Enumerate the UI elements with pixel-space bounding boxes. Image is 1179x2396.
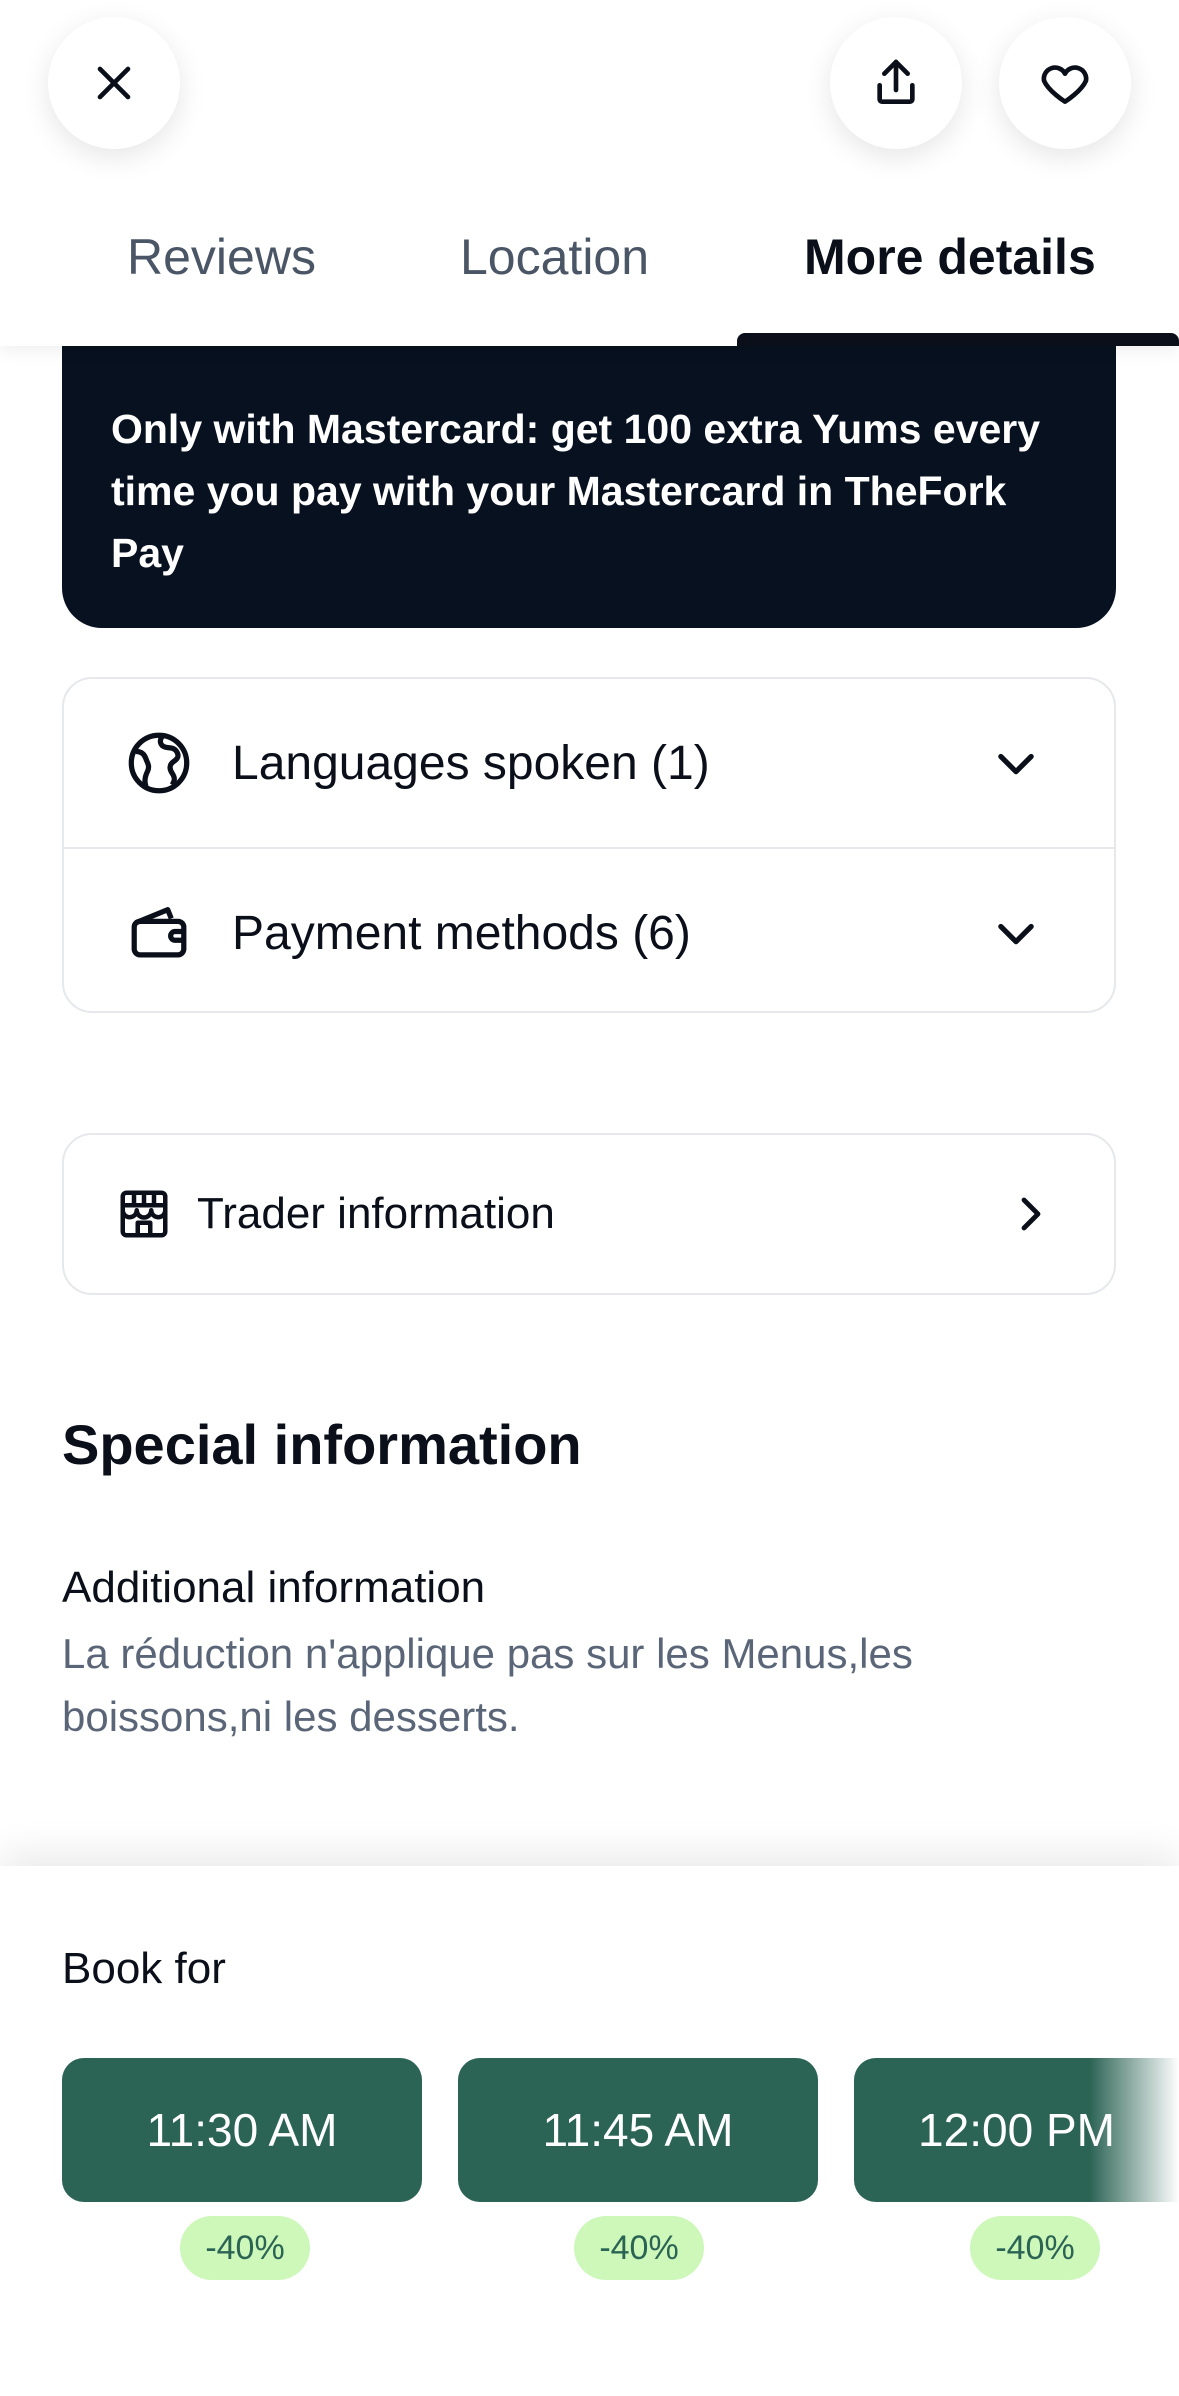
heart-icon — [1041, 65, 1089, 104]
tab-reviews[interactable]: Reviews — [127, 228, 316, 286]
special-information-heading: Special information — [62, 1413, 582, 1476]
mastercard-promo-banner: Only with Mastercard: get 100 extra Yums… — [62, 346, 1116, 628]
accordion-languages[interactable]: Languages spoken (1) — [64, 679, 1114, 847]
share-icon — [877, 59, 915, 104]
payment-methods-label: Payment methods (6) — [232, 906, 691, 960]
booking-sheet: Book for 11:30 AM -40% 11:45 AM -40% 12:… — [0, 1866, 1179, 2396]
tab-location[interactable]: Location — [460, 228, 649, 286]
globe-icon — [128, 732, 190, 794]
tab-more-details[interactable]: More details — [804, 228, 1096, 286]
top-header: Reviews Location More details — [0, 0, 1179, 346]
trader-information-row[interactable]: Trader information — [62, 1133, 1116, 1295]
chevron-down-icon — [998, 923, 1034, 945]
store-icon — [120, 1190, 168, 1238]
discount-badge: -40% — [970, 2216, 1100, 2280]
book-for-label: Book for — [62, 1944, 226, 1993]
scroll-fade — [1089, 2046, 1179, 2226]
additional-information-text: La réduction n'applique pas sur les Menu… — [62, 1630, 913, 1740]
close-icon — [97, 66, 131, 100]
chevron-right-icon — [1021, 1197, 1041, 1231]
share-button[interactable] — [830, 17, 962, 149]
wallet-icon — [131, 907, 187, 958]
favorite-button[interactable] — [999, 17, 1131, 149]
chevron-down-icon — [998, 753, 1034, 775]
accordion-payment-methods[interactable]: Payment methods (6) — [64, 847, 1114, 1011]
details-accordion: Languages spoken (1) Payment methods (6) — [62, 677, 1116, 1013]
time-slot-button[interactable]: 11:30 AM — [62, 2058, 422, 2202]
time-slot-button[interactable]: 11:45 AM — [458, 2058, 818, 2202]
trader-information-label: Trader information — [197, 1189, 555, 1238]
discount-badge: -40% — [180, 2216, 310, 2280]
languages-label: Languages spoken (1) — [232, 736, 710, 790]
tab-bar: Reviews Location More details — [0, 200, 1179, 346]
close-button[interactable] — [48, 17, 180, 149]
additional-information-heading: Additional information — [62, 1563, 486, 1612]
active-tab-indicator — [737, 333, 1179, 346]
discount-badge: -40% — [574, 2216, 704, 2280]
